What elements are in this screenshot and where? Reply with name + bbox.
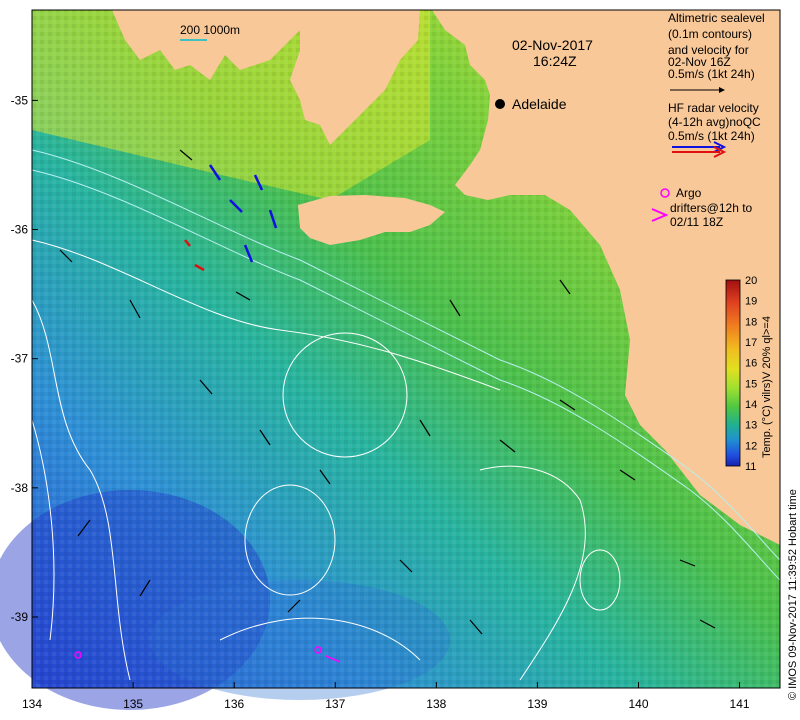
x-tick-label: 140 [628, 697, 648, 711]
y-tick-label: -39 [11, 610, 29, 624]
legend-line: 02/11 18Z [670, 215, 723, 229]
time-label: 16:24Z [533, 53, 577, 69]
scale-label: 200 1000m [180, 23, 240, 37]
legend-line: drifters@12h to [670, 201, 753, 215]
x-tick-label: 135 [123, 697, 143, 711]
legend-line: 0.5m/s (1kt 24h) [668, 129, 755, 143]
legend-line: (0.1m contours) [668, 27, 752, 41]
y-tick-label: -36 [11, 223, 29, 237]
colorbar-tick-label: 20 [745, 275, 757, 287]
plot-area: Adelaide 02-Nov-2017 16:24Z 200 1000m Al… [0, 9, 781, 710]
x-tick-label: 134 [22, 697, 42, 711]
colorbar-tick-label: 14 [745, 399, 757, 411]
city-dot [495, 99, 505, 109]
x-tick-label: 138 [426, 697, 446, 711]
legend-line: Altimetric sealevel [668, 11, 765, 25]
credit-text: © IMOS 09-Nov-2017 11:39:52 Hobart time [787, 489, 799, 700]
x-tick-label: 136 [224, 697, 244, 711]
colorbar-label: Temp. (°C) vilrs)V 20% ql>=4 [761, 316, 773, 458]
city-label: Adelaide [512, 96, 567, 112]
x-tick-label: 139 [527, 697, 547, 711]
x-tick-label: 141 [730, 697, 750, 711]
y-tick-label: -37 [11, 352, 29, 366]
sst-map-figure: Adelaide 02-Nov-2017 16:24Z 200 1000m Al… [0, 9, 799, 711]
colorbar-tick-label: 15 [745, 378, 757, 390]
y-tick-label: -35 [11, 93, 29, 107]
colorbar-tick-label: 11 [745, 461, 756, 473]
legend-line: 0.5m/s (1kt 24h) [668, 67, 755, 81]
colorbar-tick-label: 13 [745, 420, 757, 432]
colorbar-tick-label: 17 [745, 337, 757, 349]
colorbar-tick-label: 12 [745, 440, 757, 452]
colorbar-tick-label: 16 [745, 358, 757, 370]
colorbar-tick-label: 19 [745, 296, 757, 308]
x-tick-label: 137 [325, 697, 345, 711]
date-label: 02-Nov-2017 [512, 37, 593, 53]
legend-line: (4-12h avg)noQC [668, 115, 761, 129]
colorbar-tick-label: 18 [745, 316, 757, 328]
legend-line: Argo [676, 186, 702, 200]
y-tick-label: -38 [11, 481, 29, 495]
colorbar-gradient [725, 279, 741, 467]
legend-line: HF radar velocity [668, 101, 759, 115]
